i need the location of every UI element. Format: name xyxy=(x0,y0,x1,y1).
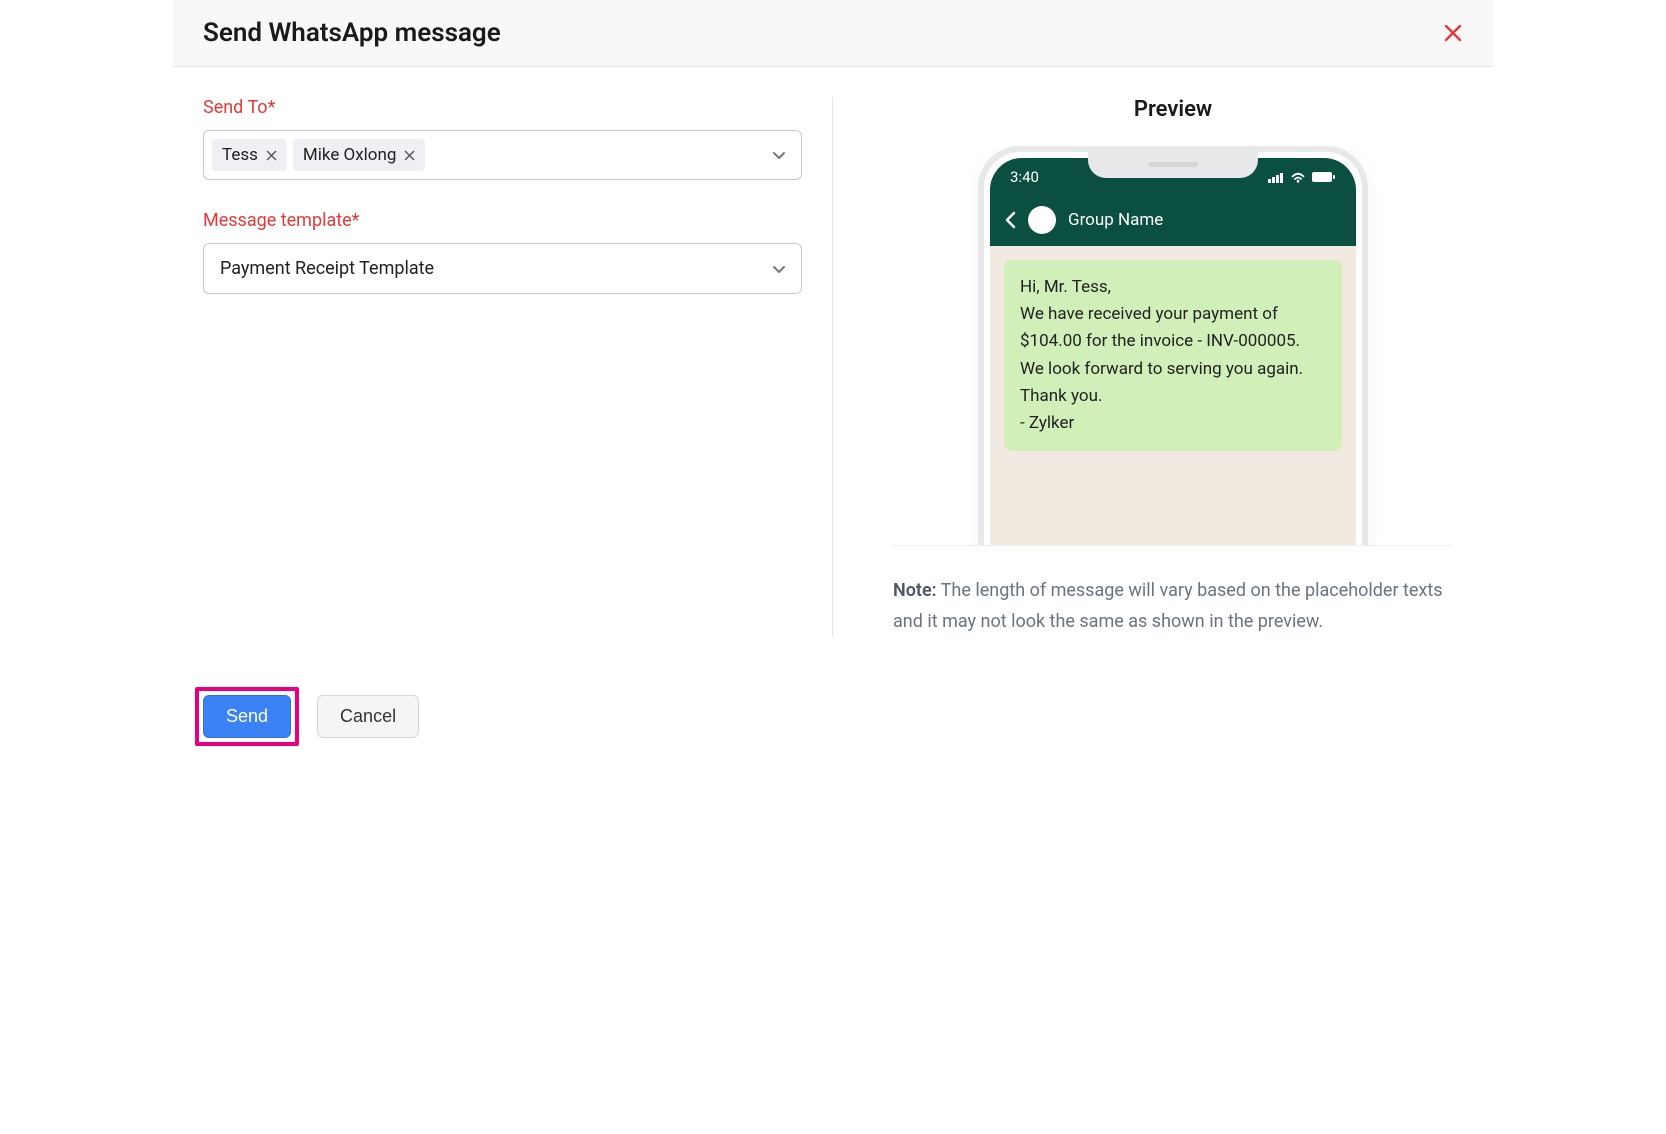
phone-status-icons xyxy=(1268,171,1336,183)
recipient-chip-label: Mike Oxlong xyxy=(303,145,397,165)
template-field: Message template* Payment Receipt Templa… xyxy=(203,210,802,294)
phone-frame: 3:40 xyxy=(978,146,1368,545)
whatsapp-header: Group Name xyxy=(990,196,1356,246)
battery-icon xyxy=(1312,171,1336,183)
template-value: Payment Receipt Template xyxy=(220,258,434,279)
group-avatar xyxy=(1028,206,1056,234)
close-icon xyxy=(1443,23,1463,43)
send-to-field: Send To* Tess Mike Oxlong xyxy=(203,97,802,180)
modal-title: Send WhatsApp message xyxy=(203,18,501,48)
group-name: Group Name xyxy=(1068,210,1163,230)
phone-preview-container: 3:40 xyxy=(893,146,1453,546)
phone-notch xyxy=(1088,152,1258,178)
send-button[interactable]: Send xyxy=(203,695,291,738)
send-to-label: Send To* xyxy=(203,97,802,118)
phone-screen: 3:40 xyxy=(990,158,1356,545)
modal-footer: Send Cancel xyxy=(173,667,1493,776)
phone-time: 3:40 xyxy=(1010,168,1039,186)
wifi-icon xyxy=(1290,171,1306,183)
preview-note: Note: The length of message will vary ba… xyxy=(893,576,1453,637)
send-to-input[interactable]: Tess Mike Oxlong xyxy=(203,130,802,180)
signal-icon xyxy=(1268,172,1284,183)
close-button[interactable] xyxy=(1443,23,1463,43)
template-label: Message template* xyxy=(203,210,802,231)
back-icon xyxy=(1004,211,1016,229)
note-label: Note: xyxy=(893,580,937,601)
recipient-chip-label: Tess xyxy=(222,145,258,165)
recipient-chip: Tess xyxy=(212,139,287,171)
send-button-highlight: Send xyxy=(195,687,299,746)
modal-body: Send To* Tess Mike Oxlong xyxy=(173,67,1493,667)
remove-recipient-icon[interactable] xyxy=(404,150,415,161)
preview-panel: Preview 3:40 xyxy=(833,97,1463,637)
modal-header: Send WhatsApp message xyxy=(173,0,1493,67)
remove-recipient-icon[interactable] xyxy=(266,150,277,161)
recipient-chip: Mike Oxlong xyxy=(293,139,426,171)
note-text: The length of message will vary based on… xyxy=(893,580,1443,632)
cancel-button[interactable]: Cancel xyxy=(317,695,419,738)
template-select[interactable]: Payment Receipt Template xyxy=(203,243,802,294)
chevron-down-icon xyxy=(771,261,787,277)
send-whatsapp-modal: Send WhatsApp message Send To* Tess xyxy=(173,0,1493,776)
preview-title: Preview xyxy=(893,97,1453,122)
chevron-down-icon xyxy=(771,147,787,163)
form-panel: Send To* Tess Mike Oxlong xyxy=(203,97,833,637)
chat-area: Hi, Mr. Tess, We have received your paym… xyxy=(990,246,1356,465)
message-bubble: Hi, Mr. Tess, We have received your paym… xyxy=(1004,260,1342,451)
